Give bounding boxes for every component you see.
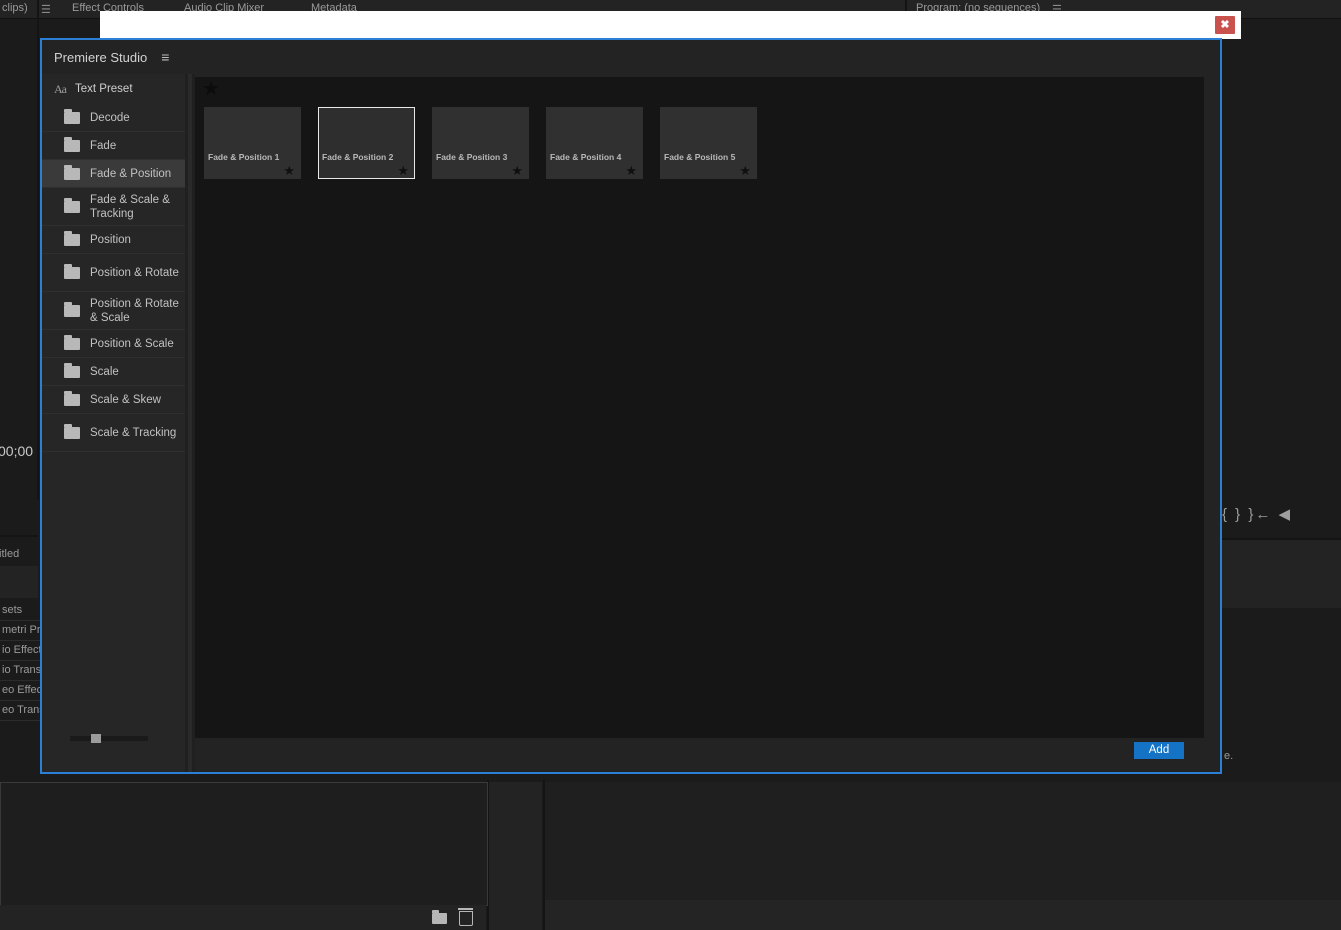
background-effects-row-1[interactable]: metri Pre	[0, 621, 47, 641]
sidebar-item-scale-tracking[interactable]: Scale & Tracking	[42, 414, 185, 452]
preset-card-fade-position-2[interactable]: Fade & Position 2 ★	[318, 107, 415, 179]
sidebar-item-fade-scale-tracking[interactable]: Fade & Scale & Tracking	[42, 188, 185, 226]
favorite-star-icon[interactable]: ★	[283, 164, 295, 177]
folder-icon	[64, 230, 80, 246]
sidebar-item-list: Decode Fade Fade & Position Fade & Scale…	[42, 104, 185, 712]
background-tab-clips[interactable]: clips)	[2, 2, 28, 14]
preset-content-column: ★ Fade & Position 1 ★ Fade & Position 2 …	[195, 74, 1220, 772]
background-effects-row-4[interactable]: eo Effects	[0, 681, 51, 701]
sidebar-item-label: Position & Rotate	[90, 266, 179, 279]
folder-icon	[64, 197, 80, 213]
background-bin-view	[0, 782, 488, 906]
background-project-toolbar	[0, 566, 38, 598]
sidebar-item-label: Fade	[90, 139, 117, 152]
favorite-star-icon[interactable]: ★	[739, 164, 751, 177]
preset-thumbnail-grid: Fade & Position 1 ★ Fade & Position 2 ★ …	[195, 101, 1204, 179]
folder-icon	[64, 263, 80, 279]
sidebar-item-position[interactable]: Position	[42, 226, 185, 254]
sidebar-item-fade[interactable]: Fade	[42, 132, 185, 160]
sidebar-item-label: Scale & Tracking	[90, 426, 177, 439]
sidebar-item-position-scale[interactable]: Position & Scale	[42, 330, 185, 358]
preset-card-fade-position-3[interactable]: Fade & Position 3 ★	[432, 107, 529, 179]
sidebar-item-decode[interactable]: Decode	[42, 104, 185, 132]
sidebar-item-scale-skew[interactable]: Scale & Skew	[42, 386, 185, 414]
dialog-title: Premiere Studio	[54, 49, 148, 65]
background-timeline-marker-icons[interactable]: { } }← ◀	[1222, 505, 1292, 523]
preset-card-fade-position-1[interactable]: Fade & Position 1 ★	[204, 107, 301, 179]
sidebar-item-label: Scale & Skew	[90, 393, 161, 406]
sidebar-item-label: Scale	[90, 365, 119, 378]
preset-card-fade-position-4[interactable]: Fade & Position 4 ★	[546, 107, 643, 179]
sidebar-item-label: Fade & Scale & Tracking	[90, 193, 170, 220]
folder-icon	[64, 362, 80, 378]
new-bin-folder-icon[interactable]	[432, 910, 447, 924]
add-button[interactable]: Add	[1134, 742, 1184, 759]
background-effects-row-0[interactable]: sets	[0, 601, 40, 621]
panel-divider[interactable]	[185, 74, 195, 772]
preset-card-label: Fade & Position 3	[436, 152, 508, 162]
sidebar-item-label: Position	[90, 233, 131, 246]
background-effects-row-5[interactable]: eo Transi	[0, 701, 47, 721]
sidebar-item-position-rotate-scale[interactable]: Position & Rotate & Scale	[42, 292, 185, 330]
delete-trash-icon[interactable]	[457, 908, 473, 926]
sidebar-item-label: Decode	[90, 111, 130, 124]
sidebar-header: Aa Text Preset	[42, 74, 185, 104]
preset-card-label: Fade & Position 4	[550, 152, 622, 162]
preset-category-sidebar: Aa Text Preset Decode Fade Fade & Positi…	[42, 74, 185, 772]
text-preset-icon: Aa	[54, 81, 67, 96]
sidebar-item-label: Position & Rotate & Scale	[90, 297, 179, 324]
dialog-title-bar: Premiere Studio ≡	[42, 40, 1220, 74]
folder-icon	[64, 136, 80, 152]
folder-icon	[64, 423, 80, 439]
background-divider-left	[37, 0, 39, 500]
premiere-studio-dialog: Premiere Studio ≡ Aa Text Preset Decode …	[40, 38, 1222, 774]
background-bin-toolbar	[0, 905, 486, 930]
preset-card-fade-position-5[interactable]: Fade & Position 5 ★	[660, 107, 757, 179]
preset-card-label: Fade & Position 5	[664, 152, 736, 162]
overlay-white-strip: ✖	[100, 11, 1241, 39]
sidebar-item-fade-position[interactable]: Fade & Position	[42, 160, 185, 188]
favorites-star-icon[interactable]: ★	[202, 79, 220, 99]
sidebar-item-position-rotate[interactable]: Position & Rotate	[42, 254, 185, 292]
favorite-star-icon[interactable]: ★	[397, 164, 409, 177]
background-timecode: 00;00	[0, 443, 34, 459]
folder-icon	[64, 108, 80, 124]
preset-card-label: Fade & Position 1	[208, 152, 280, 162]
folder-icon	[64, 334, 80, 350]
sidebar-footer	[42, 712, 185, 772]
background-timeline-track	[545, 900, 1341, 930]
folder-icon	[64, 164, 80, 180]
sidebar-header-label: Text Preset	[75, 83, 133, 95]
sidebar-item-label: Position & Scale	[90, 337, 174, 350]
background-effects-row-3[interactable]: io Transi	[0, 661, 44, 681]
background-seam-1	[0, 535, 38, 537]
background-timeline-upper	[1222, 540, 1341, 608]
slider-handle[interactable]	[91, 734, 101, 743]
close-icon[interactable]: ✖	[1215, 16, 1235, 34]
background-status-fragment: e.	[1224, 750, 1234, 762]
background-bin-strip	[489, 782, 542, 930]
favorite-star-icon[interactable]: ★	[511, 164, 523, 177]
folder-icon	[64, 301, 80, 317]
background-bin-actions	[432, 908, 473, 926]
dialog-body: Aa Text Preset Decode Fade Fade & Positi…	[42, 74, 1220, 772]
sidebar-item-label: Fade & Position	[90, 167, 172, 180]
dialog-footer: Add	[195, 738, 1220, 772]
favorite-star-icon[interactable]: ★	[625, 164, 637, 177]
background-project-tab[interactable]: titled	[0, 548, 19, 560]
content-header: ★	[195, 77, 1204, 101]
hamburger-menu-icon[interactable]: ≡	[161, 50, 169, 64]
background-effects-row-2[interactable]: io Effects	[0, 641, 47, 661]
thumbnail-size-slider[interactable]	[70, 734, 148, 743]
background-panel-menu-icon[interactable]: ☰	[41, 3, 51, 16]
sidebar-item-scale[interactable]: Scale	[42, 358, 185, 386]
preset-browser-panel: ★ Fade & Position 1 ★ Fade & Position 2 …	[195, 77, 1204, 738]
folder-icon	[64, 390, 80, 406]
preset-card-label: Fade & Position 2	[322, 152, 394, 162]
